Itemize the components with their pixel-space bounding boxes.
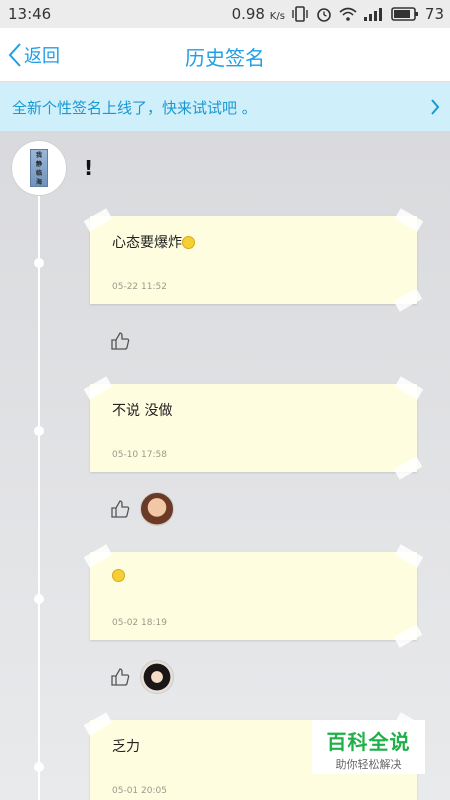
tape-decoration [83, 712, 113, 736]
signature-date: 05-22 11:52 [112, 282, 167, 292]
battery-level: 73 [424, 5, 444, 23]
liker-avatar[interactable] [140, 492, 174, 526]
status-indicators: 0.98 K/s 73 [232, 5, 444, 23]
thumbs-up-icon[interactable] [110, 331, 130, 351]
watermark-logo: 百科全说 助你轻松解决 [312, 720, 425, 774]
liker-avatar[interactable] [140, 660, 174, 694]
avatar-image: 我 静 临 海 [30, 149, 48, 187]
avatar-char: 临 [35, 170, 42, 177]
tape-decoration [83, 544, 113, 568]
tape-decoration [393, 456, 423, 480]
signature-text [112, 568, 125, 584]
timeline-line [38, 181, 40, 800]
smile-emoji-icon [112, 569, 125, 582]
tape-decoration [393, 624, 423, 648]
signature-card[interactable]: 不说 没做 05-10 17:58 [83, 376, 424, 480]
thumbs-up-icon[interactable] [110, 667, 130, 687]
wifi-icon [339, 7, 357, 21]
signature-date: 05-02 18:19 [112, 618, 167, 628]
tape-decoration [393, 288, 423, 312]
avatar-char: 我 [35, 152, 42, 159]
timeline-dot [34, 258, 44, 268]
timeline-dot [34, 594, 44, 604]
tape-decoration [394, 376, 424, 400]
like-row [110, 660, 174, 694]
timeline-dot [34, 426, 44, 436]
tape-decoration [394, 208, 424, 232]
chevron-right-icon [431, 99, 440, 115]
signature-text: 不说 没做 [112, 403, 173, 419]
vibrate-icon [292, 6, 308, 22]
smile-emoji-icon [182, 236, 195, 249]
status-time: 13:46 [8, 5, 52, 23]
alarm-icon [317, 8, 331, 22]
tape-decoration [83, 376, 113, 400]
nav-bar: 返回 历史签名 [0, 28, 450, 82]
battery-icon [391, 7, 418, 21]
avatar-char: 静 [35, 161, 42, 168]
watermark-main: 百科全说 [326, 730, 411, 754]
network-speed: 0.98 K/s [232, 5, 285, 23]
like-row [110, 492, 174, 526]
watermark-sub: 助你轻松解决 [335, 758, 402, 771]
signature-date: 05-10 17:58 [112, 450, 167, 460]
status-bar: 13:46 0.98 K/s 73 [0, 0, 450, 28]
network-speed-value: 0.98 [231, 5, 265, 23]
signature-card[interactable]: 心态要爆炸 05-22 11:52 [83, 208, 424, 312]
tape-decoration [83, 208, 113, 232]
user-avatar[interactable]: 我 静 临 海 [12, 141, 66, 195]
timeline-dot [34, 762, 44, 772]
page-title: 历史签名 [185, 46, 265, 70]
signature-text: 乏力 [112, 739, 140, 755]
thumbs-up-icon[interactable] [110, 499, 130, 519]
avatar-char: 海 [35, 179, 42, 186]
signature-card[interactable]: 05-02 18:19 [83, 544, 424, 648]
promo-banner[interactable]: 全新个性签名上线了，快来试试吧 。 [0, 83, 450, 131]
signature-date: 05-01 20:05 [112, 786, 167, 796]
signature-text: 心态要爆炸 [112, 232, 195, 252]
network-speed-unit: K/s [269, 11, 285, 22]
like-row [110, 324, 130, 358]
tape-decoration [394, 544, 424, 568]
user-name: ! [84, 156, 94, 180]
signature-text-value: 心态要爆炸 [112, 235, 182, 251]
promo-banner-text: 全新个性签名上线了，快来试试吧 。 [12, 98, 257, 117]
signature-timeline[interactable]: 我 静 临 海 ! 心态要爆炸 05-22 11:52 不说 没做 05-10 … [0, 131, 450, 800]
signal-icon [363, 8, 382, 21]
